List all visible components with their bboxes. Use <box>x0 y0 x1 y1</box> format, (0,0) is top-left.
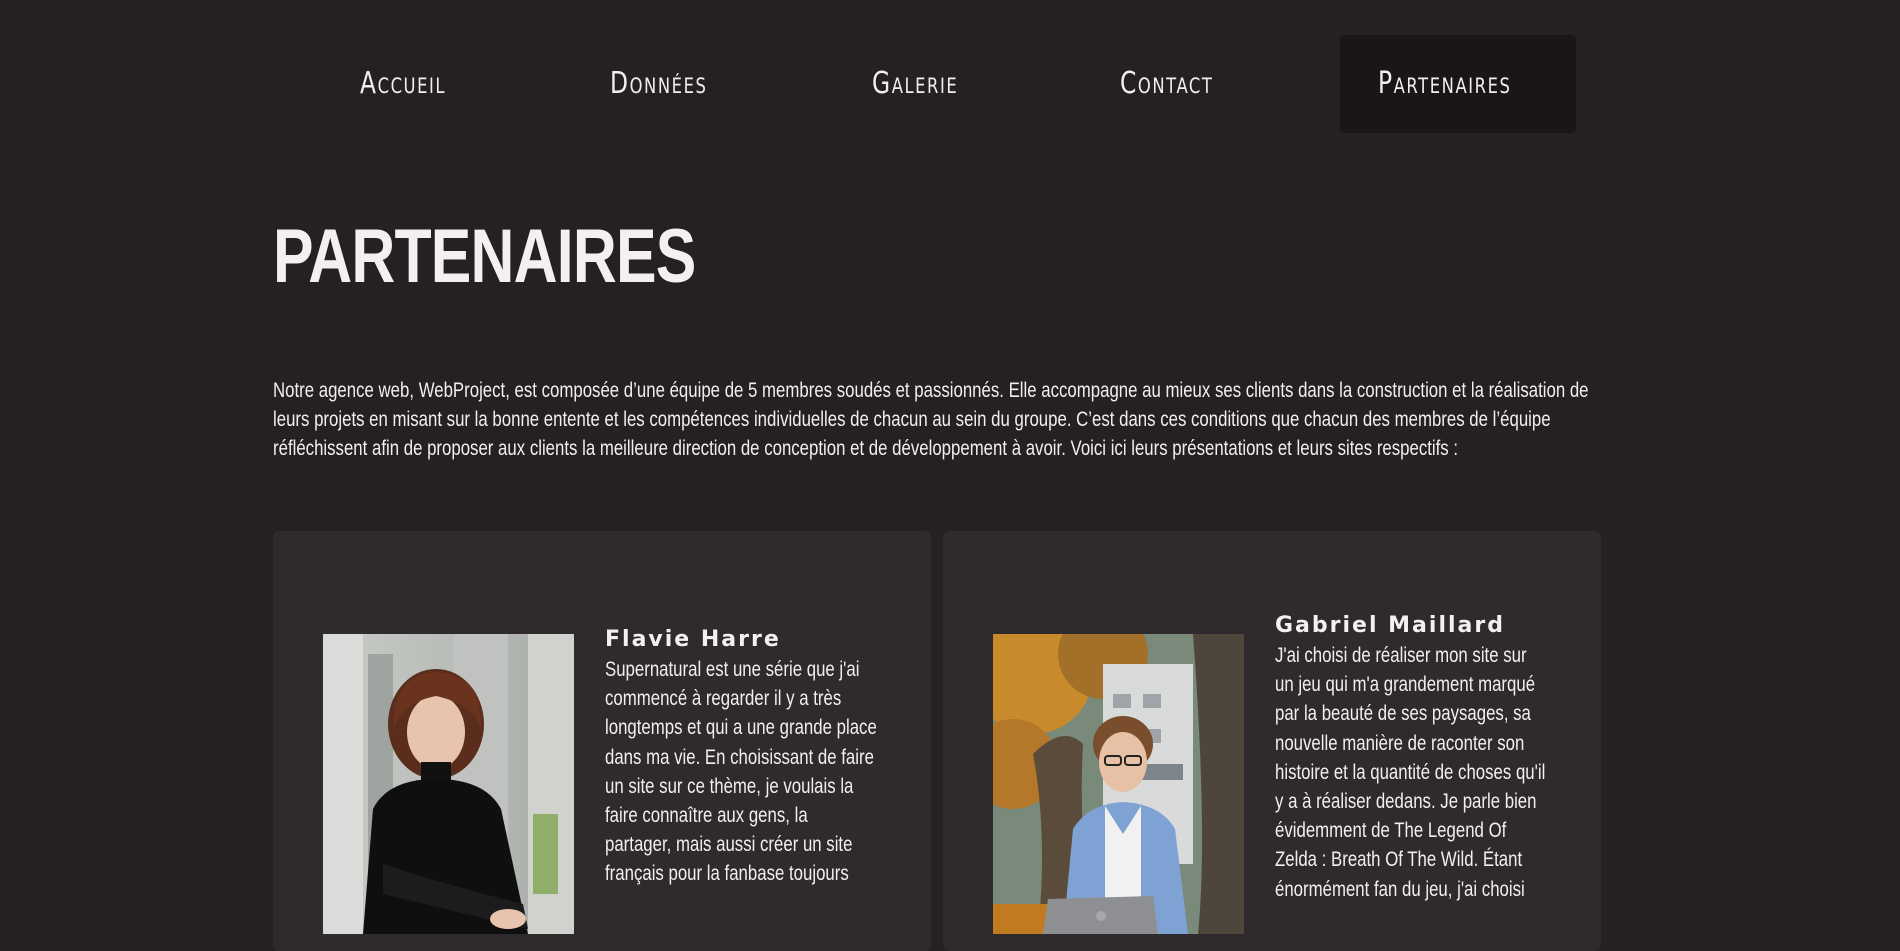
nav-item-donnees[interactable]: Données <box>610 35 707 133</box>
nav-item-galerie[interactable]: Galerie <box>872 35 958 133</box>
member-card: Flavie Harre Supernatural est une série … <box>273 531 931 951</box>
page-title: PARTENAIRES <box>273 214 696 299</box>
member-photo <box>323 634 574 934</box>
nav-item-accueil[interactable]: Accueil <box>360 35 446 133</box>
member-bio: Supernatural est une série que j'ai comm… <box>605 658 877 886</box>
member-bio: J'ai choisi de réaliser mon site sur un … <box>1275 644 1546 901</box>
main-nav: Accueil Données Galerie Contact Partenai… <box>310 35 1580 133</box>
member-card: Gabriel Maillard J'ai choisi de réaliser… <box>943 531 1601 951</box>
member-photo <box>993 634 1244 934</box>
nav-item-contact[interactable]: Contact <box>1120 35 1214 133</box>
member-name: Gabriel Maillard <box>1275 613 1505 638</box>
member-name: Flavie Harre <box>605 627 781 652</box>
portrait-photo-gabriel <box>993 634 1244 934</box>
intro-paragraph: Notre agence web, WebProject, est compos… <box>273 379 1589 460</box>
nav-item-partenaires[interactable]: Partenaires <box>1378 35 1511 133</box>
portrait-photo-flavie <box>323 634 574 934</box>
